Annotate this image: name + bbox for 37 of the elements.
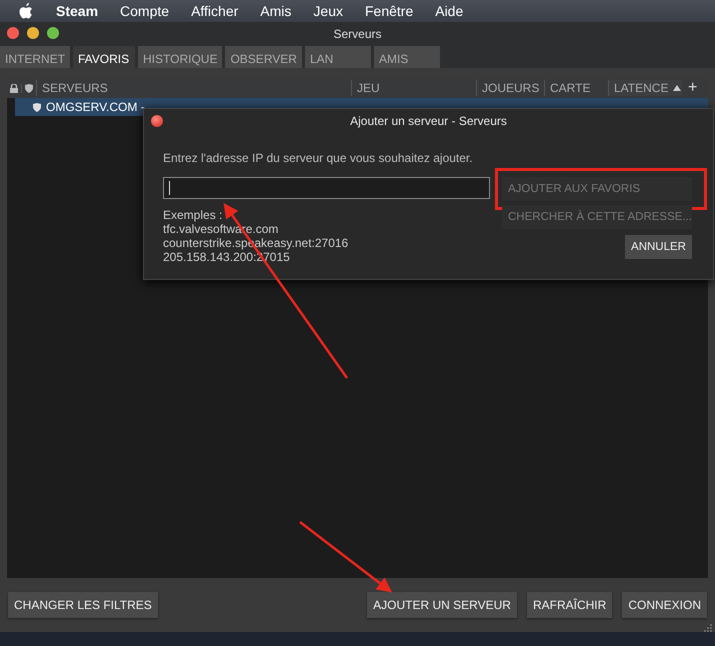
resize-grip-icon[interactable] [702,622,712,632]
tab[interactable]: OBSERVER [225,46,302,68]
window-title: Serveurs [333,27,382,41]
menu-item[interactable]: Fenêtre [364,3,414,19]
menu-item[interactable]: Compte [120,3,170,19]
bottom-button[interactable]: RAFRAÎCHIR [526,592,612,618]
close-button[interactable] [151,115,163,127]
add-column-button[interactable]: + [682,79,704,97]
tab[interactable]: HISTORIQUE [138,46,222,68]
menu-item[interactable]: Amis [260,3,292,19]
examples-label: Exemples : [163,208,224,222]
tab[interactable]: AMIS [374,46,440,68]
dialog-button[interactable]: ANNULER [625,235,692,259]
column-header[interactable]: JEU [357,81,380,95]
column-header[interactable]: CARTE [550,81,590,95]
bottom-button[interactable]: CONNEXION [622,592,707,618]
column-header[interactable]: JOUEURS [482,81,540,95]
menu-item[interactable]: Aide [435,3,464,19]
dialog-title: Ajouter un serveur - Serveurs [350,114,507,128]
column-header[interactable]: SERVEURS [42,81,108,95]
minimize-button[interactable] [27,27,39,39]
menu-item[interactable]: Afficher [191,3,238,19]
menu-app-name[interactable]: Steam [56,3,98,19]
apple-logo-icon[interactable] [18,2,34,20]
close-button[interactable] [7,27,19,39]
tab[interactable]: FAVORIS [73,46,135,68]
tab[interactable]: INTERNET [0,46,70,68]
shield-icon [33,102,41,112]
menu-item[interactable]: Jeux [313,3,343,19]
filters-button[interactable]: CHANGER LES FILTRES [8,592,158,618]
address-input-field[interactable] [163,177,490,199]
lock-icon[interactable] [10,84,18,92]
dialog-prompt: Entrez l'adresse IP du serveur que vous souhaitez ajouter. [163,151,474,165]
tab[interactable]: LAN [304,46,371,68]
bottom-button[interactable]: AJOUTER UN SERVEUR [367,592,517,618]
zoom-button[interactable] [47,27,59,39]
shield-icon[interactable] [25,84,33,92]
